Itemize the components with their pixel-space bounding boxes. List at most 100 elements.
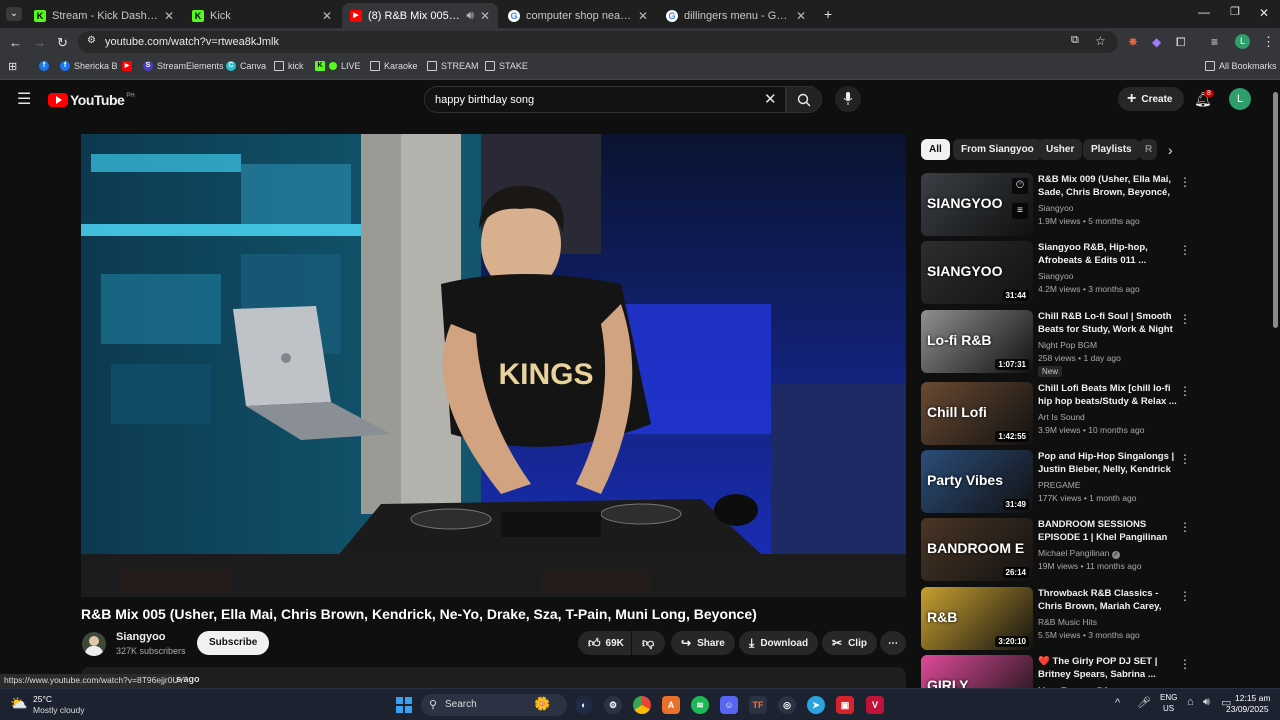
dislike-button[interactable]: 👎︎ <box>632 631 665 655</box>
tab-kick-dashboard[interactable]: K Stream - Kick Dashboard ✕ <box>26 3 182 28</box>
more-options-icon[interactable]: ⋮ <box>1179 589 1191 603</box>
recommendation-title[interactable]: Throwback R&B Classics - Chris Brown, Ma… <box>1038 587 1178 614</box>
spotify-icon[interactable]: ≋ <box>691 696 709 714</box>
cast-icon[interactable]: ⧉ <box>1071 35 1079 46</box>
bookmark-kick-folder[interactable]: kick <box>274 61 304 71</box>
app-icon[interactable]: ◐ <box>575 696 593 714</box>
bookmark-live[interactable]: K LIVE <box>315 61 361 71</box>
chip-from-siangyoo[interactable]: From Siangyoo <box>953 139 1042 160</box>
description-box[interactable] <box>81 667 906 688</box>
recommendation-title[interactable]: ❤️ The Girly POP DJ SET | Britney Spears… <box>1038 655 1178 682</box>
bookmark-shericka[interactable]: f Shericka B <box>60 61 118 71</box>
new-tab-icon[interactable]: + <box>824 7 832 21</box>
weather-cloud-icon[interactable]: ⛅ <box>10 695 27 712</box>
recommendation-item[interactable]: Chill Lofi 1:42:55 Chill Lofi Beats Mix [c… <box>921 382 1191 446</box>
chip-playlists[interactable]: Playlists <box>1083 139 1140 160</box>
app-icon[interactable]: ⚙ <box>604 696 622 714</box>
clear-search-icon[interactable]: ✕ <box>764 92 777 107</box>
chip-all[interactable]: All <box>921 139 950 160</box>
window-close-icon[interactable]: ✕ <box>1259 7 1269 19</box>
recommendation-title[interactable]: Siangyoo R&B, Hip-hop, Afrobeats & Edits… <box>1038 241 1178 268</box>
volume-icon[interactable]: 🔊︎ <box>1203 696 1210 709</box>
video-thumbnail[interactable]: R&B 3:20:10 <box>921 587 1033 650</box>
tab-kick[interactable]: K Kick ✕ <box>184 3 340 28</box>
more-options-icon[interactable]: ⋮ <box>1179 175 1191 189</box>
bookmark-star-icon[interactable]: ☆ <box>1095 35 1106 47</box>
close-icon[interactable]: ✕ <box>164 9 174 23</box>
address-bar[interactable]: ⚙ youtube.com/watch?v=rtwea8kJmlk ⧉ ☆ <box>78 31 1118 53</box>
recommendation-title[interactable]: Pop and Hip-Hop Singalongs | Justin Bieb… <box>1038 450 1178 477</box>
more-options-icon[interactable]: ⋮ <box>1179 312 1191 326</box>
recommendation-title[interactable]: R&B Mix 009 (Usher, Ella Mai, Sade, Chri… <box>1038 173 1178 200</box>
recommendation-item[interactable]: SIANGYOO 🕑︎ ≡ R&B Mix 009 (Usher, Ella Mai,… <box>921 173 1191 237</box>
region-code[interactable]: US <box>1163 704 1174 713</box>
chrome-icon[interactable] <box>633 696 651 714</box>
recommendation-item[interactable]: Party Vibes 31:49 Pop and Hip-Hop Singalon… <box>921 450 1191 514</box>
youtube-logo[interactable]: YouTube PH <box>48 92 135 108</box>
recommendation-item[interactable]: SIANGYOO 31:44 Siangyoo R&B, Hip-hop, Afro… <box>921 241 1191 305</box>
clip-button[interactable]: ✂ Clip <box>822 631 877 655</box>
more-options-icon[interactable]: ⋮ <box>1179 452 1191 466</box>
bookmark-stream[interactable]: STREAM <box>427 61 479 71</box>
tab-youtube-active[interactable]: ▶ (8) R&B Mix 005 (Usher, Ella 🔊︎ ✕ <box>342 3 498 28</box>
discord-icon[interactable]: ☺ <box>720 696 738 714</box>
recommendation-channel[interactable]: Night Pop BGM <box>1038 340 1097 350</box>
extension-icon[interactable]: ◆ <box>1152 36 1161 48</box>
search-input[interactable]: happy birthday song ✕ <box>424 86 786 113</box>
bookmark-facebook[interactable]: f <box>39 61 53 71</box>
chevron-right-icon[interactable]: › <box>1168 143 1173 157</box>
recommendation-channel[interactable]: Michael Pangilinan ✓ <box>1038 548 1120 559</box>
recommendation-item[interactable]: R&B 3:20:10 Throwback R&B Classics - Chris… <box>921 587 1191 651</box>
extensions-puzzle-icon[interactable]: ⧠ <box>1176 36 1186 48</box>
subscribe-button[interactable]: Subscribe <box>197 631 270 655</box>
network-icon[interactable]: ⌂ <box>1187 696 1194 708</box>
recommendation-title[interactable]: Chill R&B Lo-fi Soul | Smooth Beats for … <box>1038 310 1178 337</box>
voice-search-button[interactable] <box>835 86 861 112</box>
recommendation-channel[interactable]: R&B Music Hits <box>1038 617 1097 627</box>
site-info-icon[interactable]: ⚙ <box>87 36 96 46</box>
more-actions-button[interactable]: ⋯ <box>880 631 906 655</box>
weather-desc[interactable]: Mostly cloudy <box>33 705 85 715</box>
app-icon[interactable]: ▣ <box>836 696 854 714</box>
hamburger-menu-icon[interactable]: ☰ <box>17 92 31 108</box>
more-options-icon[interactable]: ⋮ <box>1179 657 1191 671</box>
video-thumbnail[interactable]: SIANGYOO 🕑︎ ≡ <box>921 173 1033 236</box>
app-icon[interactable]: ◎ <box>778 696 796 714</box>
chip-usher[interactable]: Usher <box>1038 139 1083 160</box>
language-code[interactable]: ENG <box>1160 693 1177 702</box>
scrollbar-thumb[interactable] <box>1273 92 1278 328</box>
video-thumbnail[interactable]: Party Vibes 31:49 <box>921 450 1033 513</box>
chrome-menu-icon[interactable]: ⋮ <box>1262 35 1275 48</box>
more-options-icon[interactable]: ⋮ <box>1179 384 1191 398</box>
app-icon[interactable]: V <box>866 696 884 714</box>
search-button[interactable] <box>786 86 822 113</box>
recommendation-item[interactable]: Lo-fi R&B 1:07:31 Chill R&B Lo-fi Soul | S… <box>921 310 1191 377</box>
reload-icon[interactable]: ↻ <box>57 36 68 49</box>
extension-icon[interactable]: ✸ <box>1128 36 1138 48</box>
close-icon[interactable]: ✕ <box>480 9 490 23</box>
apps-grid-icon[interactable]: ⊞ <box>8 62 17 73</box>
recommendation-channel[interactable]: Siangyoo <box>1038 271 1073 281</box>
add-to-queue-icon[interactable]: ≡ <box>1012 203 1028 219</box>
clock-date[interactable]: 23/09/2025 <box>1226 704 1269 714</box>
more-options-icon[interactable]: ⋮ <box>1179 520 1191 534</box>
bookmark-stake[interactable]: STAKE <box>485 61 528 71</box>
maximize-icon[interactable]: ❐ <box>1230 7 1240 18</box>
bookmark-youtube[interactable]: ▶ <box>122 61 136 71</box>
tray-overflow-icon[interactable]: ^ <box>1115 697 1120 709</box>
page-scrollbar[interactable] <box>1270 82 1280 688</box>
watch-later-icon[interactable]: 🕑︎ <box>1012 178 1028 194</box>
bookmark-streamelements[interactable]: S StreamElements <box>143 61 224 71</box>
bookmark-canva[interactable]: C Canva <box>226 61 266 71</box>
telegram-icon[interactable]: ➤ <box>807 696 825 714</box>
more-options-icon[interactable]: ⋮ <box>1179 243 1191 257</box>
recommendation-item[interactable]: BANDROOM E 26:14 BANDROOM SESSIONS EPISODE… <box>921 518 1191 582</box>
close-icon[interactable]: ✕ <box>796 9 806 23</box>
account-avatar[interactable]: L <box>1229 88 1251 110</box>
tab-search-icon[interactable]: ⌄ <box>6 7 22 21</box>
close-icon[interactable]: ✕ <box>638 9 648 23</box>
tab-google-dillingers[interactable]: G dillingers menu - Google Search ✕ <box>658 3 814 28</box>
video-thumbnail[interactable]: Lo-fi R&B 1:07:31 <box>921 310 1033 373</box>
download-button[interactable]: ⤓ Download <box>739 631 819 655</box>
forward-icon[interactable]: → <box>33 36 46 49</box>
